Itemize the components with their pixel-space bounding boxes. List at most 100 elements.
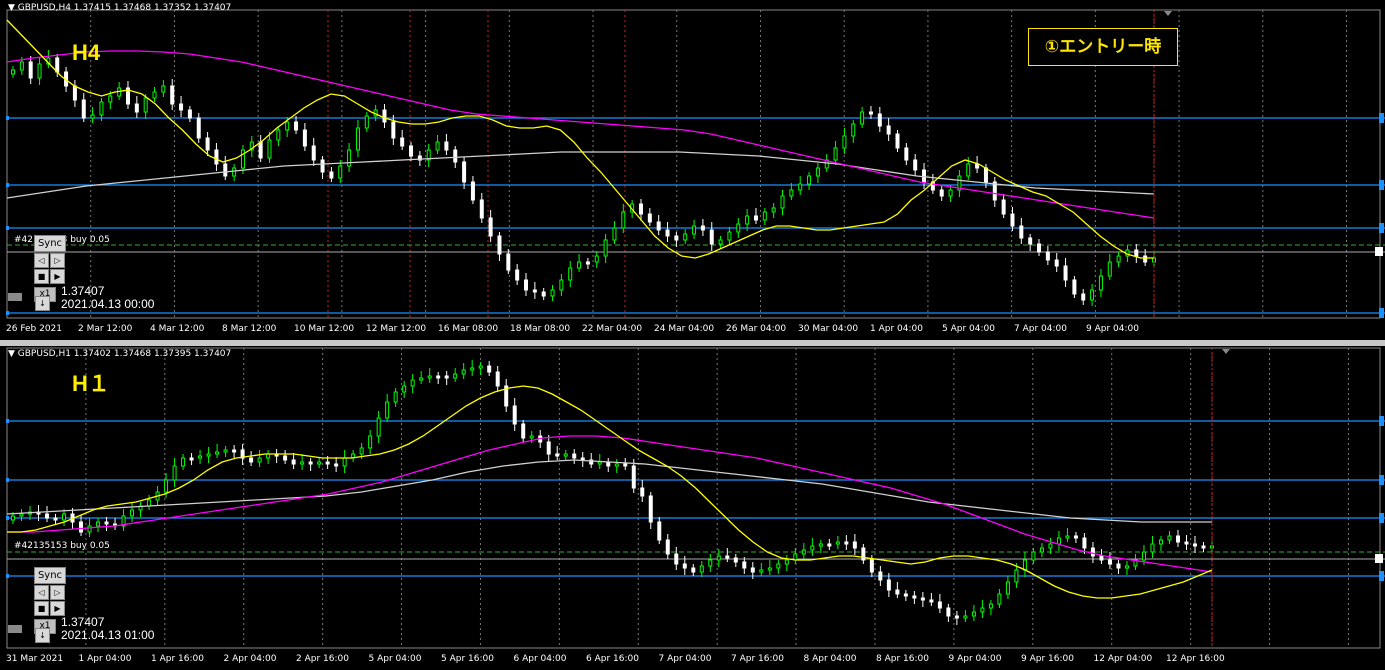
candle-body — [895, 589, 900, 595]
candle-body — [87, 525, 92, 533]
candle-body — [913, 159, 918, 171]
level-anchor-icon — [6, 419, 9, 423]
candle-body — [11, 515, 15, 521]
h1-down-arrow-icon[interactable]: ↓ — [35, 628, 50, 643]
x-tick-label: 8 Mar 12:00 — [222, 324, 277, 334]
x-tick-label: 6 Apr 04:00 — [513, 654, 567, 664]
candle-body — [648, 495, 653, 523]
candle-body — [801, 549, 806, 555]
candle-body — [130, 509, 135, 517]
h4-next-icon[interactable]: ▷ — [50, 253, 65, 268]
candle-body — [179, 103, 184, 111]
x-tick-label: 16 Mar 08:00 — [438, 324, 499, 334]
candle-body — [393, 391, 398, 403]
candle-body — [427, 375, 432, 379]
candle-body — [359, 447, 364, 455]
candle-body — [1081, 293, 1086, 301]
h1-scroll-tab[interactable] — [8, 625, 22, 633]
candle-body — [546, 441, 551, 455]
candle-body — [718, 239, 723, 245]
candle-body — [249, 457, 254, 463]
h4-sync-button[interactable]: Sync — [34, 235, 66, 252]
candle-body — [603, 239, 608, 257]
candle-body — [320, 159, 325, 173]
h1-chart-canvas[interactable] — [0, 346, 1385, 670]
x-tick-label: 10 Mar 12:00 — [294, 324, 355, 334]
level-handle-icon — [1379, 513, 1384, 523]
h4-stop-icon[interactable]: ■ — [34, 269, 49, 284]
candle-body — [385, 401, 390, 419]
candle-body — [776, 563, 781, 569]
candle-body — [355, 127, 360, 151]
candle-body — [886, 579, 891, 591]
candle-body — [189, 457, 194, 461]
candle-body — [1031, 551, 1036, 561]
candle-body — [742, 561, 747, 569]
shift-marker-icon — [1222, 349, 1230, 354]
candle-body — [311, 145, 316, 161]
h1-chart-pane[interactable]: ▼ GBPUSD,H1 1.37402 1.37468 1.37395 1.37… — [0, 346, 1385, 670]
h1-stop-icon[interactable]: ■ — [34, 601, 49, 616]
x-tick-label: 12 Mar 12:00 — [366, 324, 427, 334]
candle-body — [835, 541, 840, 545]
candle-body — [1210, 545, 1214, 549]
candle-body — [1056, 537, 1061, 545]
ma-slow-line — [6, 459, 1212, 523]
h1-date-readout: 2021.04.13 01:00 — [61, 628, 155, 642]
h1-sync-button[interactable]: Sync — [34, 567, 66, 584]
shift-marker-icon — [1164, 11, 1172, 16]
candle-body — [939, 189, 944, 197]
h4-scroll-tab[interactable] — [8, 293, 22, 301]
candle-body — [28, 61, 33, 79]
candle-body — [980, 607, 985, 613]
candle-body — [479, 199, 484, 219]
h4-play-icon[interactable]: ▶ — [50, 269, 65, 284]
x-tick-label: 30 Mar 04:00 — [798, 324, 859, 334]
candle-body — [992, 181, 997, 201]
candle-body — [903, 593, 908, 597]
candle-body — [181, 457, 186, 467]
candle-body — [291, 459, 296, 465]
candle-body — [1143, 255, 1148, 263]
h1-play-icon[interactable]: ▶ — [50, 601, 65, 616]
candle-body — [638, 203, 643, 215]
candle-body — [435, 141, 440, 151]
candle-body — [19, 61, 24, 71]
candle-body — [325, 461, 330, 465]
candle-body — [983, 167, 988, 183]
h4-down-arrow-icon[interactable]: ↓ — [35, 296, 50, 311]
candle-body — [1090, 547, 1095, 557]
candle-body — [232, 167, 237, 177]
candle-body — [1192, 543, 1197, 547]
candle-body — [257, 457, 262, 463]
x-tick-label: 6 Apr 16:00 — [586, 654, 639, 664]
candle-body — [1065, 535, 1070, 539]
level-handle-icon — [1379, 416, 1384, 426]
candle-body — [631, 465, 636, 489]
h1-prev-icon[interactable]: ◁ — [34, 585, 49, 600]
h1-next-icon[interactable]: ▷ — [50, 585, 65, 600]
candle-body — [810, 545, 815, 551]
level-anchor-icon — [6, 516, 9, 520]
candle-body — [692, 225, 697, 235]
candle-body — [674, 553, 679, 565]
candle-body — [1167, 535, 1172, 541]
x-tick-label: 2 Apr 16:00 — [296, 654, 349, 664]
candle-body — [1022, 559, 1027, 571]
x-tick-label: 1 Apr 04:00 — [78, 654, 132, 664]
candle-body — [784, 559, 789, 565]
candle-body — [736, 223, 741, 233]
h4-timeframe-label: H4 — [72, 40, 101, 65]
x-tick-label: 2 Mar 12:00 — [78, 324, 133, 334]
candle-body — [699, 565, 704, 573]
x-tick-label: 1 Apr 04:00 — [870, 324, 923, 334]
candle-body — [334, 463, 339, 467]
x-tick-label: 18 Mar 08:00 — [510, 324, 571, 334]
h4-chart-pane[interactable]: ▼ GBPUSD,H4 1.37415 1.37468 1.37352 1.37… — [0, 0, 1385, 340]
candle-body — [444, 141, 449, 151]
candle-body — [317, 461, 322, 465]
level-handle-icon — [1379, 308, 1384, 318]
candle-body — [665, 229, 670, 237]
candle-body — [895, 133, 900, 149]
h4-prev-icon[interactable]: ◁ — [34, 253, 49, 268]
